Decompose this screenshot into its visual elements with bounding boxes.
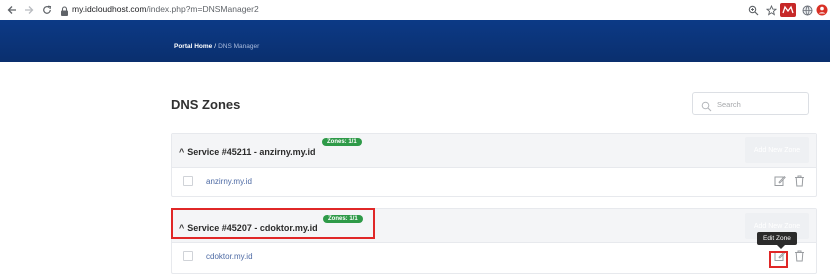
breadcrumb-home-link[interactable]: Portal Home bbox=[174, 43, 212, 50]
row-checkbox[interactable] bbox=[183, 176, 193, 186]
zoom-icon[interactable] bbox=[746, 3, 760, 17]
breadcrumb: Portal Home / DNS Manager bbox=[174, 43, 259, 50]
address-bar[interactable]: my.idcloudhost.com/index.php?m=DNSManage… bbox=[72, 4, 259, 14]
search-placeholder: Search bbox=[717, 100, 741, 109]
edit-button-highlight bbox=[769, 251, 788, 268]
zone-domain-link[interactable]: cdoktor.my.id bbox=[206, 252, 253, 261]
zones-badge: Zones: 1/1 bbox=[322, 138, 362, 146]
chevron-up-icon: ^ bbox=[179, 147, 185, 157]
back-arrow-icon[interactable] bbox=[5, 3, 19, 17]
forward-arrow-icon[interactable] bbox=[22, 3, 36, 17]
row-checkbox[interactable] bbox=[183, 251, 193, 261]
account-icon[interactable] bbox=[815, 3, 829, 17]
edit-zone-tooltip: Edit Zone bbox=[757, 232, 797, 249]
mcafee-icon[interactable] bbox=[779, 3, 797, 17]
add-new-zone-button[interactable]: Add New Zone bbox=[745, 137, 809, 163]
trash-icon[interactable] bbox=[792, 248, 806, 264]
reload-icon[interactable] bbox=[40, 3, 54, 17]
service-name: Service #45211 - anzirny.my.id bbox=[187, 147, 316, 157]
edit-icon[interactable] bbox=[773, 173, 787, 189]
search-input[interactable]: Search bbox=[692, 92, 809, 115]
browser-toolbar: my.idcloudhost.com/index.php?m=DNSManage… bbox=[0, 0, 830, 20]
globe-icon[interactable] bbox=[800, 3, 814, 17]
breadcrumb-separator: / bbox=[214, 43, 217, 50]
service-title-highlight bbox=[171, 208, 375, 239]
header-banner: Portal Home / DNS Manager bbox=[0, 20, 830, 62]
lock-icon bbox=[60, 4, 69, 16]
service-panel: ^ Service #45211 - anzirny.my.id Zones: … bbox=[171, 133, 817, 197]
list-item: anzirny.my.id bbox=[172, 169, 816, 195]
star-icon[interactable] bbox=[764, 3, 778, 17]
breadcrumb-current: DNS Manager bbox=[218, 43, 260, 50]
url-path: /index.php?m=DNSManager2 bbox=[146, 4, 259, 14]
search-icon bbox=[701, 99, 712, 112]
url-host: my.idcloudhost.com bbox=[72, 4, 147, 14]
service-panel-header[interactable]: ^ Service #45211 - anzirny.my.id Zones: … bbox=[172, 134, 816, 168]
list-item: cdoktor.my.id bbox=[172, 244, 816, 270]
trash-icon[interactable] bbox=[792, 173, 806, 189]
zone-domain-link[interactable]: anzirny.my.id bbox=[206, 177, 252, 186]
service-title[interactable]: ^ Service #45211 - anzirny.my.id bbox=[179, 147, 316, 157]
page-title: DNS Zones bbox=[171, 97, 241, 112]
